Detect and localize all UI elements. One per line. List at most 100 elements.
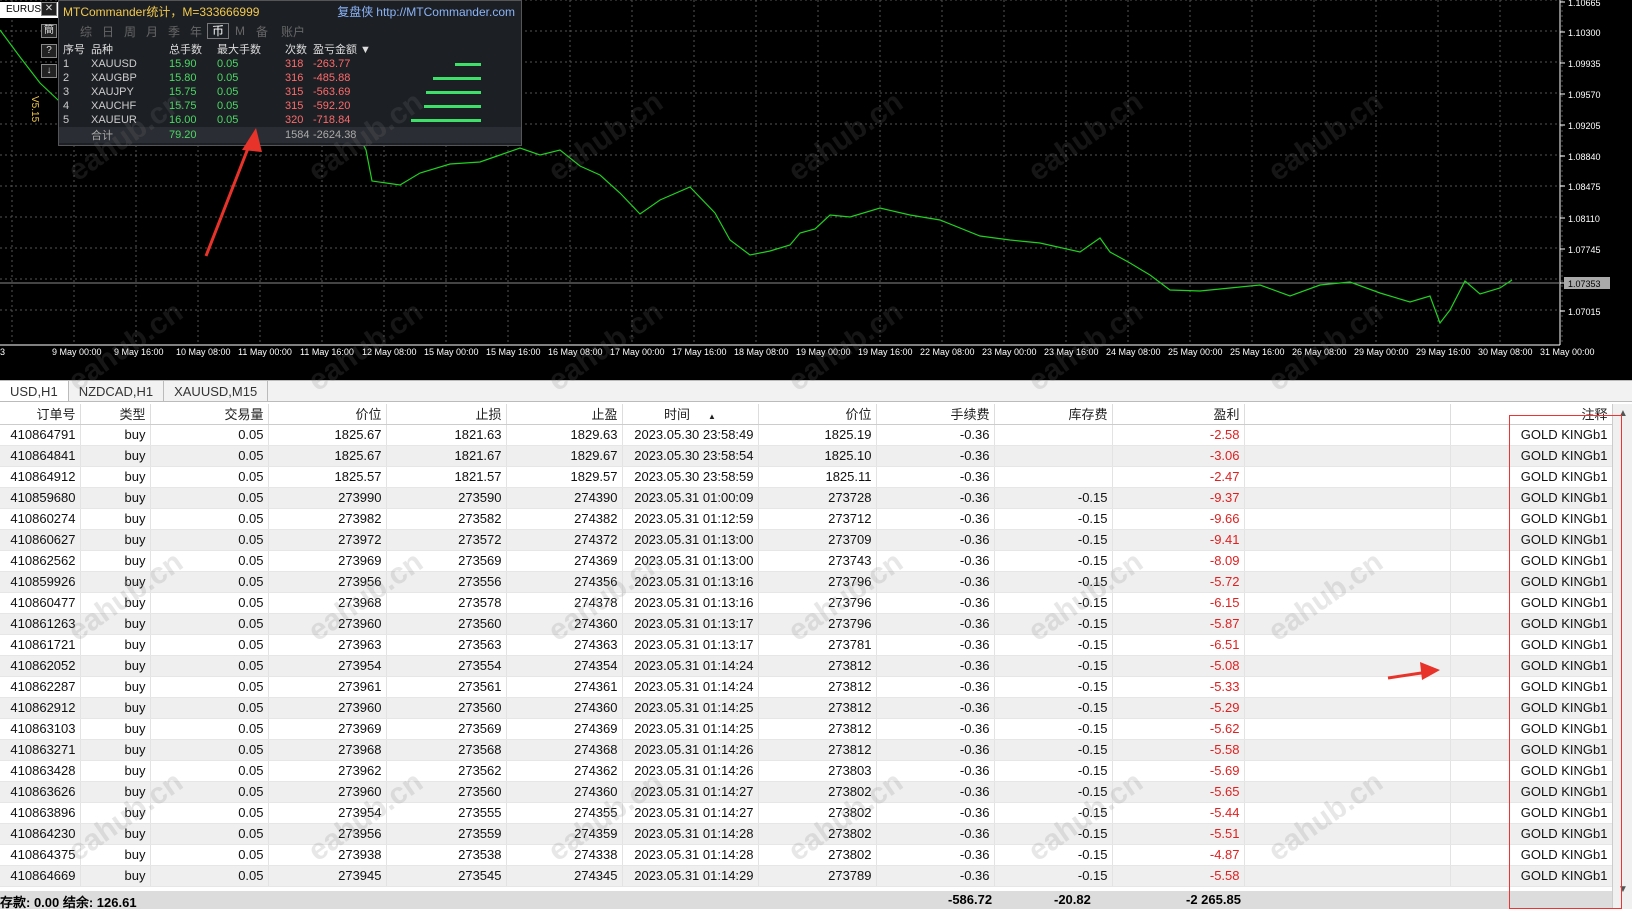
x-tick-label: 11 May 16:00: [300, 347, 354, 357]
order-take-profit: 274356: [506, 571, 623, 593]
panel-cell-count: 316: [285, 72, 304, 84]
chart-tab[interactable]: NZDCAD,H1: [69, 381, 165, 401]
panel-tab[interactable]: 周: [119, 23, 141, 40]
order-row[interactable]: 410862052 buy 0.05 273954 273554 274354 2023.0…: [0, 655, 1613, 677]
order-order-id: 410864669: [0, 865, 81, 887]
x-tick-label: 25 May 00:00: [1168, 347, 1223, 357]
order-commission: -0.36: [876, 823, 995, 845]
order-comment: GOLD KINGb1: [1450, 466, 1613, 488]
panel-tab[interactable]: 日: [97, 23, 119, 40]
order-row[interactable]: 410863896 buy 0.05 273954 273555 274355 2023.0…: [0, 802, 1613, 824]
orders-col-header[interactable]: 时间 ▲: [622, 404, 759, 425]
order-row[interactable]: 410864375 buy 0.05 273938 273538 274338 2023.0…: [0, 844, 1613, 866]
order-row[interactable]: 410860274 buy 0.05 273982 273582 274382 2023.0…: [0, 508, 1613, 530]
order-row[interactable]: 410863428 buy 0.05 273962 273562 274362 2023.0…: [0, 760, 1613, 782]
close-icon[interactable]: ✕: [41, 2, 57, 16]
panel-tab[interactable]: 季: [163, 23, 185, 40]
panel-tab[interactable]: 账户: [273, 23, 313, 40]
order-row[interactable]: 410861721 buy 0.05 273963 273563 274363 2023.0…: [0, 634, 1613, 656]
order-volume: 0.05: [150, 823, 269, 845]
order-volume: 0.05: [150, 865, 269, 887]
x-tick-label: 19 May 16:00: [858, 347, 913, 357]
order-row[interactable]: 410862912 buy 0.05 273960 273560 274360 2023.0…: [0, 697, 1613, 719]
orders-col-header[interactable]: [1244, 404, 1451, 425]
order-price: 273812: [758, 718, 877, 740]
orders-col-header[interactable]: 价位: [268, 404, 387, 425]
help-icon[interactable]: ?: [41, 44, 57, 58]
order-type: buy: [80, 613, 151, 635]
panel-tab[interactable]: 月: [141, 23, 163, 40]
order-row[interactable]: 410860627 buy 0.05 273972 273572 274372 2023.0…: [0, 529, 1613, 551]
panel-cell-symbol: XAUGBP: [91, 72, 137, 84]
order-row[interactable]: 410864912 buy 0.05 1825.57 1821.57 1829.57 202…: [0, 466, 1613, 488]
order-row[interactable]: 410859680 buy 0.05 273990 273590 274390 2023.0…: [0, 487, 1613, 509]
order-price: 273796: [758, 592, 877, 614]
order-price: 273712: [758, 508, 877, 530]
order-spacer: [1244, 655, 1451, 677]
panel-row: 4 XAUCHF 15.75 0.05 315 -592.20: [59, 99, 521, 113]
order-price: 273796: [758, 613, 877, 635]
order-spacer: [1244, 781, 1451, 803]
order-row[interactable]: 410862562 buy 0.05 273969 273569 274369 2023.0…: [0, 550, 1613, 572]
panel-tab[interactable]: 币: [207, 23, 229, 39]
order-swap: -0.15: [994, 550, 1113, 572]
order-row[interactable]: 410862287 buy 0.05 273961 273561 274361 2023.0…: [0, 676, 1613, 698]
orders-scrollbar[interactable]: ▲ ▼: [1612, 404, 1632, 909]
order-comment: GOLD KINGb1: [1450, 508, 1613, 530]
simplified-icon[interactable]: 簡: [41, 24, 57, 38]
order-row[interactable]: 410861263 buy 0.05 273960 273560 274360 2023.0…: [0, 613, 1613, 635]
panel-tab[interactable]: 综: [75, 23, 97, 40]
order-volume: 0.05: [150, 508, 269, 530]
order-row[interactable]: 410864669 buy 0.05 273945 273545 274345 2023.0…: [0, 865, 1613, 887]
site-link[interactable]: http://MTCommander.com: [376, 5, 515, 19]
order-row[interactable]: 410864791 buy 0.05 1825.67 1821.63 1829.63 202…: [0, 424, 1613, 446]
chart-tab[interactable]: XAUUSD,M15: [164, 381, 269, 401]
orders-col-header[interactable]: 库存费: [994, 404, 1113, 425]
order-order-id: 410862052: [0, 655, 81, 677]
order-commission: -0.36: [876, 697, 995, 719]
y-tick-label: 1.09935: [1568, 59, 1601, 69]
scroll-up-icon[interactable]: ▲: [1618, 408, 1628, 419]
orders-col-header[interactable]: 交易量: [150, 404, 269, 425]
orders-col-header[interactable]: 止盈: [506, 404, 623, 425]
panel-tab[interactable]: M: [229, 24, 251, 38]
y-tick-label: 1.07745: [1568, 245, 1601, 255]
col-pnl[interactable]: 盈亏金额 ▼: [313, 41, 393, 57]
order-row[interactable]: 410864230 buy 0.05 273956 273559 274359 2023.0…: [0, 823, 1613, 845]
order-row[interactable]: 410859926 buy 0.05 273956 273556 274356 2023.0…: [0, 571, 1613, 593]
balance-summary: 存款: 0.00 结余: 126.61: [0, 895, 137, 909]
order-take-profit: 1829.63: [506, 424, 623, 446]
order-row[interactable]: 410860477 buy 0.05 273968 273578 274378 2023.0…: [0, 592, 1613, 614]
order-commission: -0.36: [876, 655, 995, 677]
orders-col-header[interactable]: 盈利: [1112, 404, 1245, 425]
chevron-down-icon[interactable]: ↓: [41, 64, 57, 78]
orders-col-header[interactable]: 注释: [1450, 404, 1613, 425]
order-take-profit: 274360: [506, 613, 623, 635]
y-tick-label: 1.10665: [1568, 0, 1601, 8]
orders-col-header[interactable]: 订单号: [0, 404, 81, 425]
order-row[interactable]: 410863626 buy 0.05 273960 273560 274360 2023.0…: [0, 781, 1613, 803]
orders-col-header[interactable]: 手续费: [876, 404, 995, 425]
price-chart[interactable]: 1.10665 1.10300 1.09935 1.09570 1.09205 1.088…: [0, 0, 1632, 380]
orders-col-header[interactable]: 类型: [80, 404, 151, 425]
order-time: 2023.05.30 23:58:59: [622, 466, 759, 488]
orders-col-header[interactable]: 止损: [386, 404, 507, 425]
order-comment: GOLD KINGb1: [1450, 445, 1613, 467]
order-profit: -9.66: [1112, 508, 1245, 530]
panel-cell-count: 320: [285, 114, 304, 126]
order-row[interactable]: 410863103 buy 0.05 273969 273569 274369 2023.0…: [0, 718, 1613, 740]
order-row[interactable]: 410864841 buy 0.05 1825.67 1821.67 1829.67 202…: [0, 445, 1613, 467]
panel-tab[interactable]: 年: [185, 23, 207, 40]
order-spacer: [1244, 718, 1451, 740]
panel-cell-count: 315: [285, 100, 304, 112]
order-swap: -0.15: [994, 571, 1113, 593]
order-order-id: 410860627: [0, 529, 81, 551]
site-label: 复盘侠: [337, 4, 374, 19]
x-tick-label: 31 May 00:00: [1540, 347, 1595, 357]
panel-tab[interactable]: 备: [251, 23, 273, 40]
scroll-down-icon[interactable]: ▼: [1618, 884, 1628, 895]
orders-col-header[interactable]: 价位: [758, 404, 877, 425]
chart-tab[interactable]: USD,H1: [0, 381, 69, 401]
order-price: 1825.19: [758, 424, 877, 446]
order-row[interactable]: 410863271 buy 0.05 273968 273568 274368 2023.0…: [0, 739, 1613, 761]
